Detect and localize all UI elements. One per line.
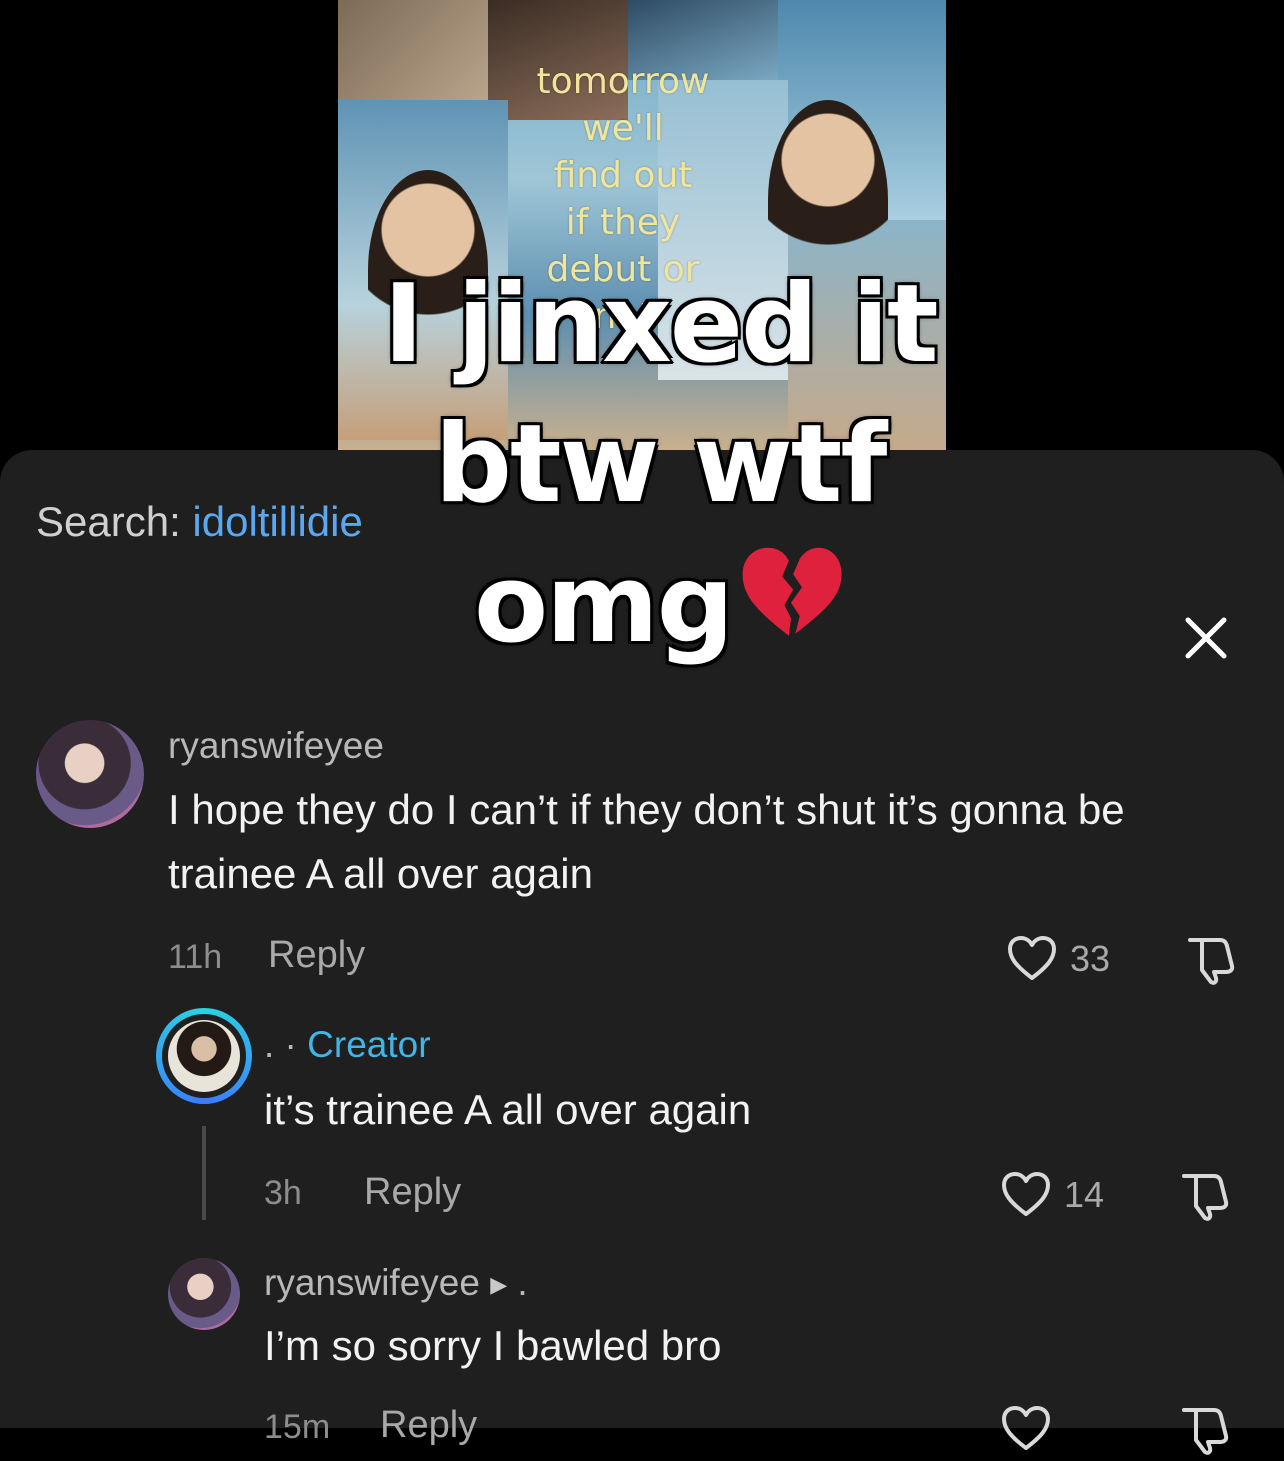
heart-outline-icon xyxy=(1008,936,1056,980)
comment-text: I hope they do I can’t if they don’t shu… xyxy=(168,786,1125,897)
comment-time: 11h xyxy=(168,938,223,976)
dislike-button[interactable] xyxy=(1178,1402,1232,1456)
reply-button[interactable]: Reply xyxy=(380,1404,477,1447)
overlay-line: I jinxed it xyxy=(381,260,940,389)
like-button[interactable] xyxy=(1006,934,1058,982)
reply-button[interactable]: Reply xyxy=(268,934,365,977)
avatar[interactable] xyxy=(168,1020,240,1092)
overlay-line-with-emoji: omg xyxy=(360,535,960,683)
like-button[interactable] xyxy=(1000,1170,1052,1218)
comment-time: 3h xyxy=(264,1174,302,1212)
like-button[interactable] xyxy=(1000,1404,1052,1452)
video-overlay-caption: I jinxed it btw wtf omg xyxy=(360,255,960,683)
avatar[interactable] xyxy=(36,720,144,828)
thumbnail-caption-line: tomorrow we'll xyxy=(536,61,710,149)
dislike-button[interactable] xyxy=(1178,1168,1232,1222)
username-prefix: . · xyxy=(264,1024,297,1065)
thread-line xyxy=(202,1126,206,1220)
thumbnail-caption-line: find out xyxy=(553,155,693,196)
username-text: ryanswifeyee xyxy=(264,1262,480,1303)
reply-button[interactable]: Reply xyxy=(364,1171,461,1214)
dislike-button[interactable] xyxy=(1184,932,1238,986)
like-count: 14 xyxy=(1064,1174,1105,1215)
thumbs-down-icon xyxy=(1182,1174,1229,1221)
reply-arrow-icon: ▶ xyxy=(490,1272,508,1298)
like-count: 33 xyxy=(1070,938,1111,979)
overlay-line: btw wtf xyxy=(433,400,890,529)
collage-tile xyxy=(338,0,488,100)
comment-username[interactable]: . · Creator xyxy=(264,1024,431,1066)
comment-text: I’m so sorry I bawled bro xyxy=(264,1322,722,1369)
overlay-line-text: omg xyxy=(472,540,736,669)
thumbs-down-icon xyxy=(1182,1408,1229,1455)
comment-text: it’s trainee A all over again xyxy=(264,1086,752,1133)
search-suggestion[interactable]: Search: idoltillidie xyxy=(36,498,363,546)
heart-outline-icon xyxy=(1002,1172,1050,1216)
comment-username[interactable]: ryanswifeyee xyxy=(168,725,384,767)
search-prefix: Search: xyxy=(36,498,181,545)
close-icon xyxy=(1185,617,1227,659)
search-term-link[interactable]: idoltillidie xyxy=(192,498,362,545)
creator-badge: Creator xyxy=(307,1024,431,1065)
heart-outline-icon xyxy=(1002,1406,1050,1450)
thumbnail-caption-line: if they xyxy=(565,202,681,243)
avatar[interactable] xyxy=(168,1258,240,1330)
username-suffix: . xyxy=(517,1262,528,1303)
broken-heart-emoji-icon xyxy=(736,539,846,683)
close-button[interactable] xyxy=(1180,612,1232,664)
thumbs-down-icon xyxy=(1188,938,1235,985)
comment-username[interactable]: ryanswifeyee ▶ . xyxy=(264,1262,528,1304)
